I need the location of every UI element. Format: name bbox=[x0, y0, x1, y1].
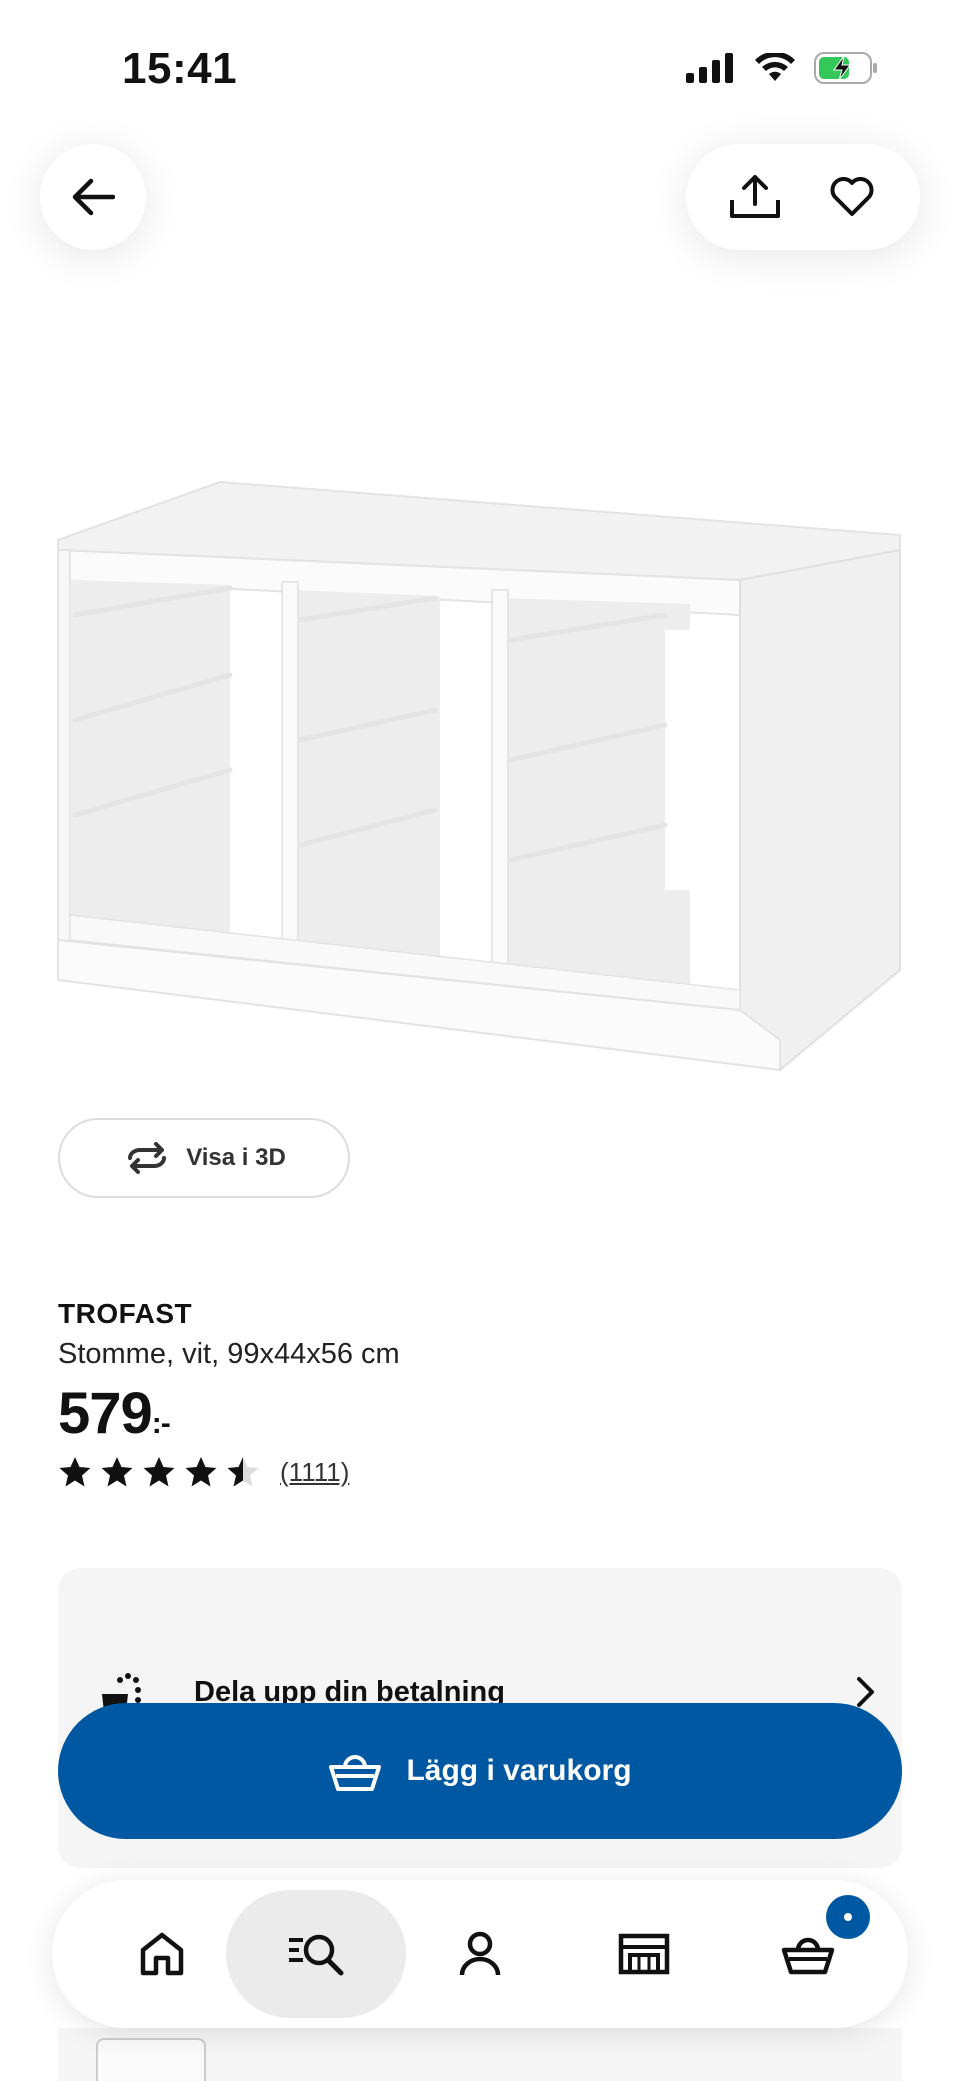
favorite-button[interactable] bbox=[812, 157, 892, 237]
view-3d-button[interactable]: Visa i 3D bbox=[58, 1118, 350, 1198]
nav-cart[interactable] bbox=[718, 1890, 898, 2018]
share-button[interactable] bbox=[715, 157, 795, 237]
arrow-left-icon bbox=[72, 178, 115, 216]
nav-profile[interactable] bbox=[390, 1890, 570, 2018]
rotate-3d-icon bbox=[128, 1142, 167, 1174]
price-suffix: :- bbox=[151, 1407, 171, 1440]
chevron-right-icon bbox=[857, 1677, 874, 1707]
price-value: 579 bbox=[58, 1381, 153, 1446]
search-icon bbox=[289, 1934, 344, 1976]
product-name: TROFAST bbox=[58, 1298, 193, 1329]
nav-home[interactable] bbox=[72, 1890, 252, 2018]
back-button[interactable] bbox=[40, 144, 146, 250]
star-icon bbox=[101, 1457, 133, 1487]
rating[interactable]: (1111) bbox=[58, 1456, 349, 1488]
cart-badge bbox=[826, 1895, 870, 1939]
wifi-icon bbox=[755, 53, 795, 81]
view-3d-label: Visa i 3D bbox=[186, 1144, 286, 1171]
product-description: Stomme, vit, 99x44x56 cm bbox=[58, 1338, 400, 1370]
home-icon bbox=[140, 1932, 184, 1976]
signal-icon bbox=[686, 53, 733, 83]
product-image bbox=[57, 480, 901, 1073]
basket-icon bbox=[781, 1937, 835, 1975]
status-time: 15:41 bbox=[122, 44, 238, 93]
star-icon bbox=[185, 1457, 217, 1487]
battery-charging-icon bbox=[814, 52, 877, 84]
add-to-cart-button[interactable]: Lägg i varukorg bbox=[58, 1703, 902, 1839]
store-icon bbox=[618, 1933, 670, 1975]
image-thumbnail[interactable] bbox=[96, 2038, 206, 2081]
profile-icon bbox=[459, 1931, 501, 1976]
product-price: 579:- bbox=[58, 1380, 171, 1447]
nav-search[interactable] bbox=[226, 1890, 406, 2018]
bottom-nav bbox=[52, 1880, 908, 2028]
cart-badge-dot bbox=[844, 1913, 852, 1921]
status-icons bbox=[686, 52, 880, 84]
review-count-link[interactable]: (1111) bbox=[280, 1457, 349, 1488]
status-bar: 15:41 bbox=[0, 0, 960, 140]
heart-icon bbox=[830, 177, 873, 216]
header-actions bbox=[686, 144, 920, 250]
share-icon bbox=[729, 175, 780, 218]
add-to-cart-label: Lägg i varukorg bbox=[406, 1754, 632, 1787]
nav-stores[interactable] bbox=[554, 1890, 734, 2018]
star-icon bbox=[59, 1457, 91, 1487]
star-half-icon bbox=[227, 1457, 259, 1487]
star-icon bbox=[143, 1457, 175, 1487]
basket-icon bbox=[329, 1755, 382, 1791]
